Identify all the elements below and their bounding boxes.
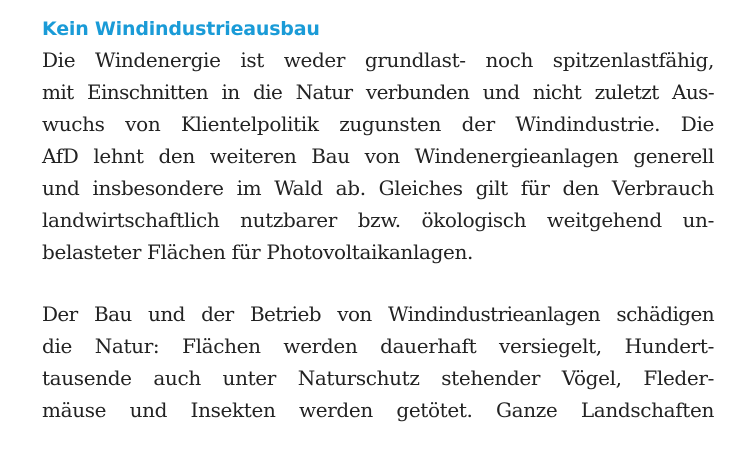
paragraph-2: Der Bau und der Betrieb von Windindustri… [42,298,715,426]
text-line: und insbesondere im Wald ab. Gleiches gi… [42,176,714,200]
text-line: mit Einschnitten in die Natur verbunden … [42,80,715,104]
text-line: wuchs von Klientelpolitik zugunsten der … [42,112,714,136]
document-page: Kein Windindustrieausbau Die Windenergie… [42,16,715,426]
text-line: die Natur: Flächen werden dauerhaft vers… [42,334,714,358]
text-line: tausende auch unter Naturschutz stehende… [42,366,714,390]
text-line: mäuse und Insekten werden getötet. Ganze… [42,398,714,422]
text-line: Die Windenergie ist weder grundlast- noc… [42,48,714,72]
text-line: Der Bau und der Betrieb von Windindustri… [42,302,715,326]
text-line: landwirtschaftlich nutzbarer bzw. ökolog… [42,208,714,232]
paragraph-1: Die Windenergie ist weder grundlast- noc… [42,44,715,268]
text-line: belasteter Flächen für Photovoltaikanlag… [42,240,474,264]
section-heading: Kein Windindustrieausbau [42,18,320,40]
text-line: AfD lehnt den weiteren Bau von Windenerg… [42,144,714,168]
